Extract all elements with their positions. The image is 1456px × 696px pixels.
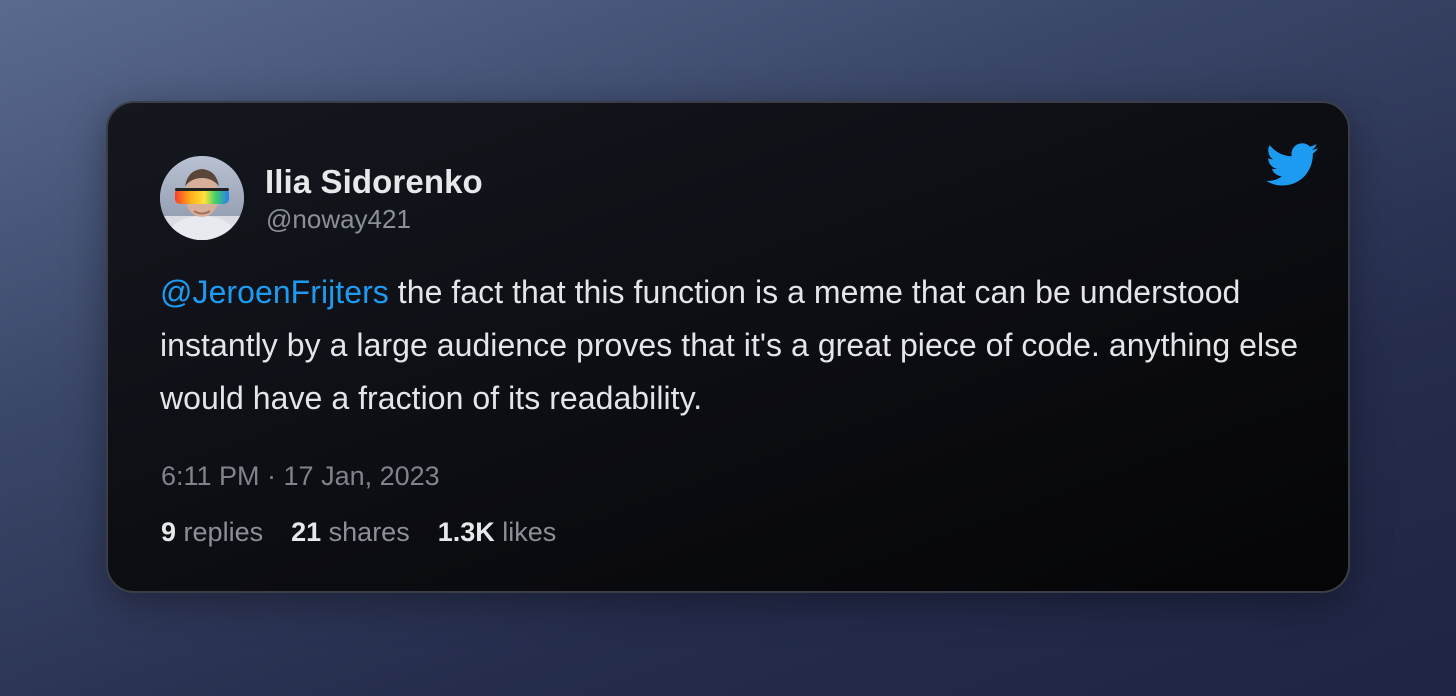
tweet-text: @JeroenFrijters the fact that this funct…: [160, 266, 1300, 425]
shares-count: 21: [291, 517, 322, 547]
mention-link[interactable]: @JeroenFrijters: [160, 274, 389, 310]
user-avatar-icon: [160, 156, 244, 240]
twitter-bird-icon: [1266, 143, 1319, 187]
tweet-card: Ilia Sidorenko @noway421 @JeroenFrijters…: [106, 101, 1350, 593]
likes-count: 1.3K: [437, 517, 495, 547]
likes-stat[interactable]: 1.3K likes: [438, 517, 557, 548]
replies-label: replies: [183, 517, 264, 547]
likes-label: likes: [502, 517, 557, 547]
replies-count: 9: [161, 517, 177, 547]
tweet-stats: 9 replies 21 shares 1.3K likes: [161, 517, 584, 548]
shares-label: shares: [328, 517, 410, 547]
author-handle[interactable]: @noway421: [266, 204, 411, 235]
replies-stat[interactable]: 9 replies: [161, 517, 263, 548]
tweet-timestamp[interactable]: 6:11 PM · 17 Jan, 2023: [161, 461, 440, 492]
avatar[interactable]: [160, 156, 244, 240]
shares-stat[interactable]: 21 shares: [291, 517, 410, 548]
author-name[interactable]: Ilia Sidorenko: [265, 163, 483, 201]
